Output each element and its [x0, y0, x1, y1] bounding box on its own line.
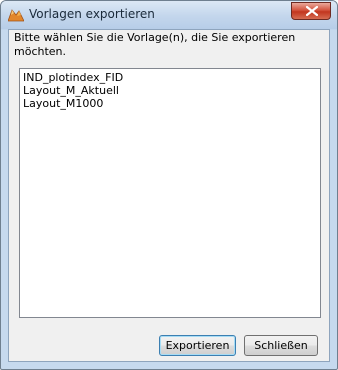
window-close-button[interactable] — [291, 2, 331, 20]
list-item[interactable]: IND_plotindex_FID — [22, 71, 318, 84]
map-icon — [7, 8, 25, 22]
window-title: Vorlagen exportieren — [29, 7, 155, 21]
dialog-body: Bitte wählen Sie die Vorlage(n), die Sie… — [8, 29, 330, 362]
list-item[interactable]: Layout_M1000 — [22, 97, 318, 110]
close-icon — [306, 6, 318, 16]
title-bar[interactable]: Vorlagen exportieren — [1, 1, 337, 29]
close-button[interactable]: Schließen — [244, 335, 318, 356]
template-list[interactable]: IND_plotindex_FID Layout_M_Aktuell Layou… — [19, 68, 321, 318]
list-item[interactable]: Layout_M_Aktuell — [22, 84, 318, 97]
export-button[interactable]: Exportieren — [159, 335, 236, 356]
dialog-window: Vorlagen exportieren Bitte wählen Sie di… — [0, 0, 338, 370]
instruction-text: Bitte wählen Sie die Vorlage(n), die Sie… — [14, 31, 296, 58]
